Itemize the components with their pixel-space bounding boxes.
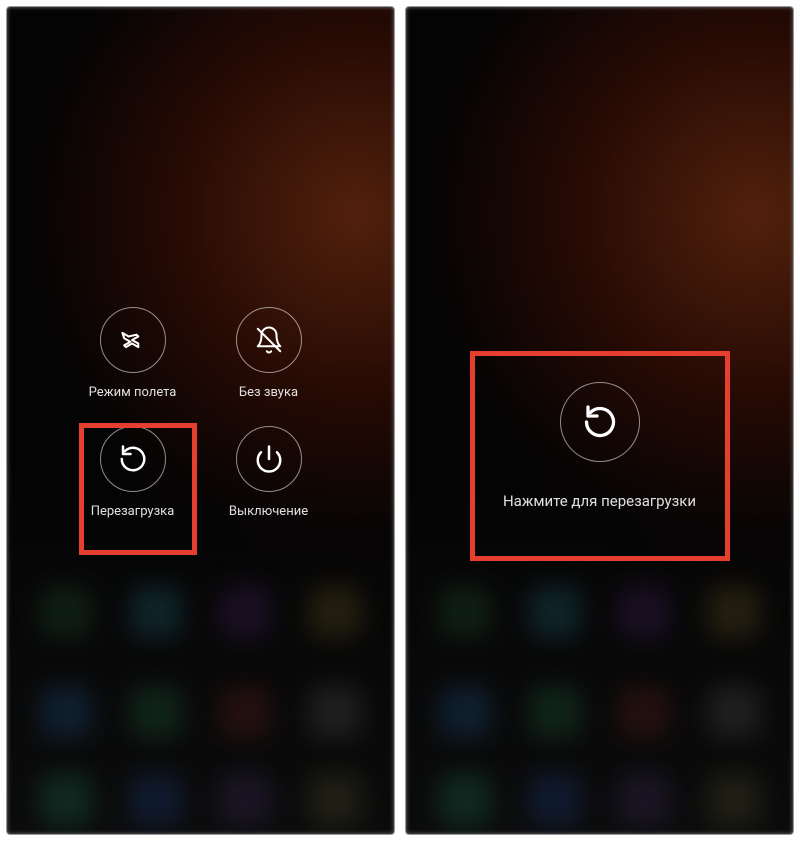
silent-mode-button[interactable] <box>236 307 302 373</box>
power-off-label: Выключение <box>229 504 308 519</box>
airplane-mode-button[interactable] <box>100 307 166 373</box>
phone-screenshot-right: Нажмите для перезагрузки <box>405 6 794 835</box>
reboot-confirm-label: Нажмите для перезагрузки <box>503 492 696 510</box>
power-off-button[interactable] <box>236 426 302 492</box>
power-icon <box>254 444 284 474</box>
silent-mode-label: Без звука <box>239 385 298 400</box>
reboot-icon <box>118 444 148 474</box>
power-off-item[interactable]: Выключение <box>214 426 324 519</box>
bell-off-icon <box>254 325 284 355</box>
silent-mode-item[interactable]: Без звука <box>214 307 324 400</box>
reboot-item[interactable]: Перезагрузка <box>78 426 188 519</box>
reboot-button[interactable] <box>100 426 166 492</box>
power-menu: Режим полета Без звука <box>76 307 326 519</box>
airplane-mode-item[interactable]: Режим полета <box>78 307 188 400</box>
airplane-icon <box>118 325 148 355</box>
reboot-label: Перезагрузка <box>91 504 175 519</box>
phone-screenshot-left: Режим полета Без звука <box>6 6 395 835</box>
reboot-icon <box>582 404 618 440</box>
airplane-mode-label: Режим полета <box>89 385 177 400</box>
reboot-confirm: Нажмите для перезагрузки <box>470 382 730 510</box>
reboot-confirm-button[interactable] <box>560 382 640 462</box>
